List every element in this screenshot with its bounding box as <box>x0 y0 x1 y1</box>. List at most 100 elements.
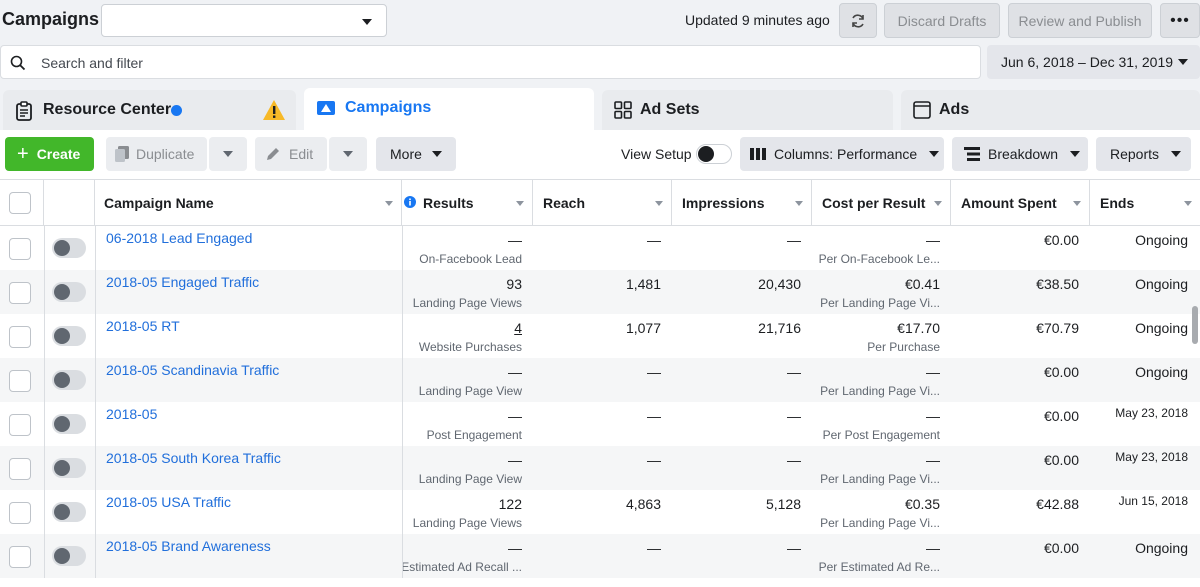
results-type: Estimated Ad Recall ... <box>401 560 522 574</box>
campaign-toggle[interactable] <box>52 414 86 434</box>
impressions-value: 5,128 <box>765 496 801 512</box>
campaign-name-link[interactable]: 06-2018 Lead Engaged <box>106 230 252 246</box>
table-row[interactable]: 06-2018 Lead Engaged — On-Facebook Lead — — —… <box>0 226 1200 270</box>
reach-value: — <box>647 364 661 380</box>
campaign-name-link[interactable]: 2018-05 Scandinavia Traffic <box>106 362 279 378</box>
chevron-down-icon <box>1070 151 1081 157</box>
table-row[interactable]: 2018-05 Scandinavia Traffic — Landing Page… <box>0 358 1200 402</box>
campaign-toggle[interactable] <box>52 458 86 478</box>
table-row[interactable]: 2018-05 — Post Engagement — — — Per Post Engag… <box>0 402 1200 446</box>
column-header-reach[interactable]: Reach <box>533 180 672 226</box>
column-header-label: Campaign Name <box>104 195 214 211</box>
review-and-publish-button[interactable]: Review and Publish <box>1008 3 1152 38</box>
results-value: — <box>508 364 522 380</box>
impressions-value: — <box>787 364 801 380</box>
cost-per-result-value: €17.70 <box>897 320 940 336</box>
select-all-checkbox[interactable] <box>9 192 31 214</box>
amount-spent-value: €38.50 <box>1036 276 1079 292</box>
row-checkbox[interactable] <box>9 370 31 392</box>
more-options-button[interactable]: ••• <box>1160 3 1200 38</box>
vertical-scrollbar[interactable] <box>1192 306 1198 344</box>
row-checkbox[interactable] <box>9 414 31 436</box>
account-dropdown[interactable] <box>101 4 387 37</box>
table-row[interactable]: 2018-05 RT 4 Website Purchases 1,077 21,716 €… <box>0 314 1200 358</box>
tab-campaigns[interactable]: Campaigns <box>304 88 594 132</box>
columns-button[interactable]: Columns: Performance <box>740 137 944 171</box>
discard-drafts-button[interactable]: Discard Drafts <box>884 3 1000 38</box>
duplicate-icon <box>115 146 129 162</box>
column-header-label: Cost per Result <box>822 195 926 211</box>
column-header-amount-spent[interactable]: Amount Spent <box>951 180 1090 226</box>
campaign-name-link[interactable]: 2018-05 Engaged Traffic <box>106 274 259 290</box>
edit-button[interactable]: Edit <box>255 137 327 171</box>
table-row[interactable]: 2018-05 South Korea Traffic — Landing Page… <box>0 446 1200 490</box>
row-checkbox[interactable] <box>9 282 31 304</box>
refresh-button[interactable] <box>839 3 877 38</box>
info-icon <box>404 196 416 208</box>
columns-icon <box>750 148 766 160</box>
results-type: Landing Page Views <box>412 296 522 310</box>
table-row[interactable]: 2018-05 Brand Awareness — Estimated Ad Rec… <box>0 534 1200 578</box>
campaign-toggle[interactable] <box>52 546 86 566</box>
breakdown-button[interactable]: Breakdown <box>952 137 1088 171</box>
reach-value: — <box>647 408 661 424</box>
ends-value: Ongoing <box>1135 276 1188 292</box>
search-input[interactable] <box>41 52 941 74</box>
reach-value: 1,077 <box>625 320 661 336</box>
column-header-campaign-name[interactable]: Campaign Name <box>95 180 402 226</box>
row-checkbox[interactable] <box>9 458 31 480</box>
row-checkbox[interactable] <box>9 326 31 348</box>
campaign-name-link[interactable]: 2018-05 USA Traffic <box>106 494 231 510</box>
row-checkbox[interactable] <box>9 502 31 524</box>
column-divider <box>402 226 403 578</box>
view-setup-toggle[interactable] <box>696 144 732 164</box>
duplicate-options-button[interactable] <box>209 137 247 171</box>
tab-ad-sets[interactable]: Ad Sets <box>602 90 893 130</box>
cost-per-result-value: — <box>926 408 940 424</box>
tab-ads[interactable]: Ads <box>901 90 1200 130</box>
results-type: Website Purchases <box>418 340 522 354</box>
campaign-name-link[interactable]: 2018-05 Brand Awareness <box>106 538 271 554</box>
chevron-down-icon <box>223 151 233 157</box>
results-value: — <box>508 540 522 556</box>
column-header-cost-per-result[interactable]: Cost per Result <box>812 180 951 226</box>
row-checkbox[interactable] <box>9 546 31 568</box>
campaign-toggle[interactable] <box>52 238 86 258</box>
reports-button[interactable]: Reports <box>1096 137 1191 171</box>
table-row[interactable]: 2018-05 USA Traffic 122 Landing Page Views… <box>0 490 1200 534</box>
tab-resource-center[interactable]: Resource Center <box>3 90 296 130</box>
view-setup-label: View Setup <box>621 146 692 162</box>
date-range-label: Jun 6, 2018 – Dec 31, 2019 <box>1001 54 1174 70</box>
tab-label: Ad Sets <box>640 101 700 118</box>
column-header-label: Impressions <box>682 195 765 211</box>
cost-per-result-value: €0.35 <box>904 496 940 512</box>
toggle-knob <box>54 284 70 300</box>
campaign-name-link[interactable]: 2018-05 South Korea Traffic <box>106 450 281 466</box>
duplicate-button[interactable]: Duplicate <box>106 137 207 171</box>
amount-spent-value: €0.00 <box>1043 364 1079 380</box>
column-header-results[interactable]: Results <box>402 180 533 226</box>
cost-per-result-type: Per Estimated Ad Re... <box>818 560 940 574</box>
column-header-impressions[interactable]: Impressions <box>672 180 812 226</box>
campaign-name-link[interactable]: 2018-05 <box>106 406 157 422</box>
campaigns-panel: + Create Duplicate Edit More View Setup … <box>0 130 1200 587</box>
more-button[interactable]: More <box>376 137 456 171</box>
notification-dot <box>171 105 182 116</box>
campaign-toggle[interactable] <box>52 282 86 302</box>
chevron-down-icon <box>1171 151 1182 157</box>
column-header-ends[interactable]: Ends <box>1090 180 1200 226</box>
campaign-toggle[interactable] <box>52 326 86 346</box>
date-range-picker[interactable]: Jun 6, 2018 – Dec 31, 2019 <box>987 45 1200 79</box>
toggle-knob <box>54 372 70 388</box>
campaign-toggle[interactable] <box>52 502 86 522</box>
cost-per-result-type: Per Landing Page Vi... <box>820 472 940 486</box>
campaign-flag-icon <box>317 101 335 115</box>
column-header-label: Ends <box>1100 195 1135 211</box>
row-checkbox[interactable] <box>9 238 31 260</box>
edit-options-button[interactable] <box>329 137 367 171</box>
create-button[interactable]: + Create <box>5 137 94 171</box>
campaign-toggle[interactable] <box>52 370 86 390</box>
table-body: 06-2018 Lead Engaged — On-Facebook Lead — — —… <box>0 226 1200 586</box>
campaign-name-link[interactable]: 2018-05 RT <box>106 318 180 334</box>
table-row[interactable]: 2018-05 Engaged Traffic 93 Landing Page Vi… <box>0 270 1200 314</box>
